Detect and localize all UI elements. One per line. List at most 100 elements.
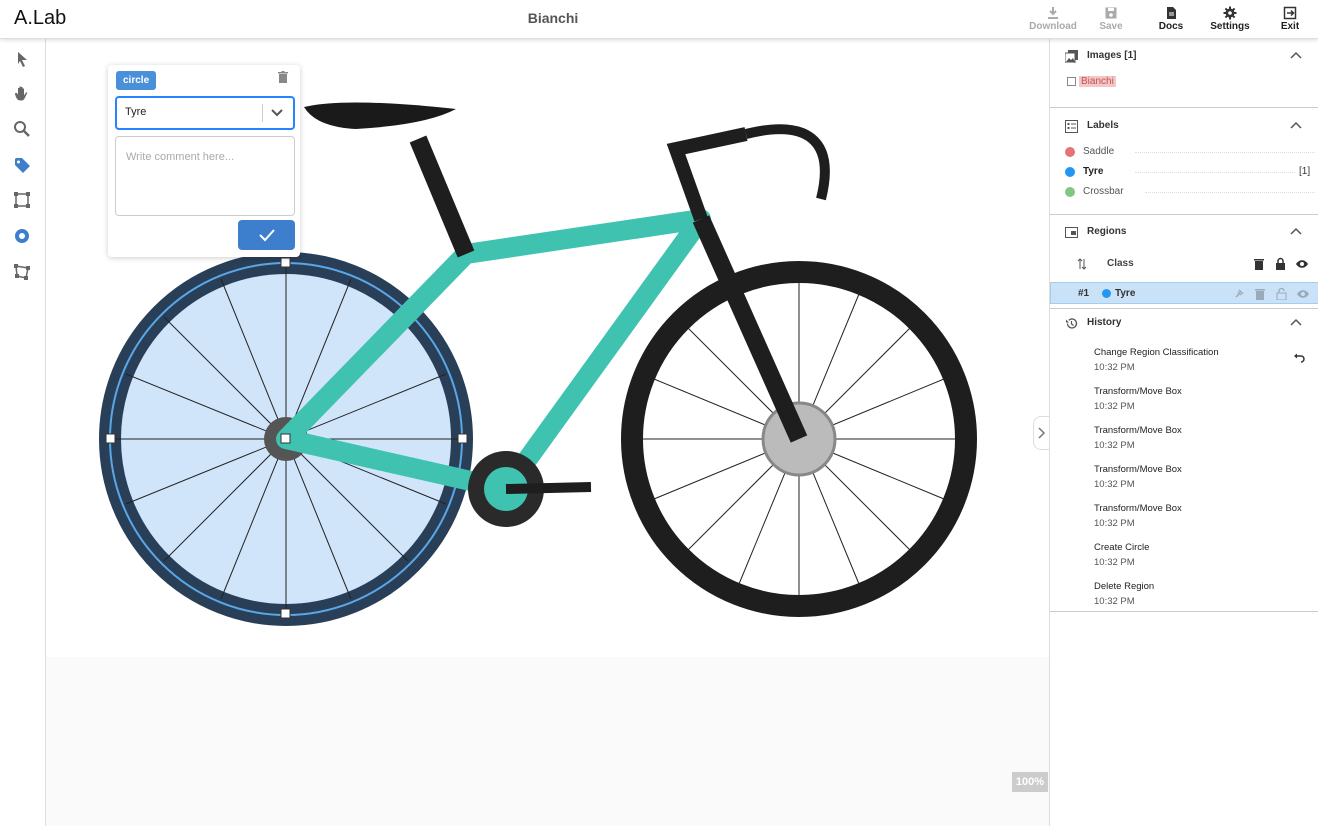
- zoom-search-icon[interactable]: [12, 119, 32, 139]
- labels-panel-title: Labels: [1087, 120, 1119, 131]
- class-select[interactable]: Tyre: [115, 96, 295, 130]
- image-checkbox[interactable]: [1067, 76, 1076, 86]
- image-name: Bianchi: [1079, 76, 1116, 87]
- annotation-canvas[interactable]: circle Tyre Write comment here... 100%: [46, 39, 1049, 826]
- region-class: Tyre: [1115, 288, 1136, 299]
- unlock-icon[interactable]: [1276, 287, 1287, 300]
- chevron-down-icon[interactable]: [270, 105, 284, 119]
- history-panel-title: History: [1087, 317, 1122, 328]
- history-panel-header[interactable]: History: [1050, 308, 1318, 338]
- history-action: Change Region Classification: [1094, 347, 1219, 358]
- class-column-header: Class: [1107, 258, 1134, 269]
- download-button[interactable]: Download: [1025, 6, 1081, 32]
- history-item[interactable]: Transform/Move Box 10:32 PM: [1094, 503, 1304, 529]
- top-bar: A.Lab Bianchi Download Save Docs Setting…: [0, 0, 1318, 39]
- history-action: Transform/Move Box: [1094, 464, 1182, 475]
- trash-icon[interactable]: [1254, 258, 1264, 270]
- exit-button[interactable]: Exit: [1262, 6, 1318, 32]
- label-name: Tyre: [1083, 166, 1104, 177]
- settings-label: Settings: [1210, 21, 1250, 32]
- save-button[interactable]: Save: [1083, 6, 1139, 32]
- gear-icon: [1223, 6, 1237, 20]
- exit-icon: [1283, 6, 1297, 20]
- regions-icon: [1065, 227, 1078, 238]
- history-action: Create Circle: [1094, 542, 1150, 553]
- circle-tool-icon[interactable]: [12, 226, 32, 246]
- lock-icon[interactable]: [1275, 257, 1286, 270]
- eye-icon[interactable]: [1296, 289, 1310, 299]
- pin-icon[interactable]: [1234, 288, 1245, 299]
- region-color-dot: [1102, 289, 1111, 298]
- region-row[interactable]: #1 Tyre: [1050, 282, 1318, 304]
- labels-panel-header[interactable]: Labels: [1050, 111, 1318, 141]
- regions-panel-title: Regions: [1087, 226, 1127, 237]
- region-editor-popup: circle Tyre Write comment here...: [108, 65, 300, 257]
- history-item[interactable]: Transform/Move Box 10:32 PM: [1094, 425, 1304, 451]
- sort-icon[interactable]: [1077, 258, 1087, 270]
- label-count: [1]: [1299, 166, 1311, 177]
- history-action: Delete Region: [1094, 581, 1155, 592]
- save-icon: [1105, 7, 1117, 19]
- polygon-tool-icon[interactable]: [12, 262, 32, 282]
- label-color-dot: [1065, 187, 1075, 197]
- chevron-up-icon[interactable]: [1290, 227, 1302, 237]
- images-icon: [1065, 50, 1078, 63]
- history-item[interactable]: Delete Region 10:32 PM: [1094, 581, 1304, 607]
- images-panel-title: Images [1]: [1087, 50, 1137, 61]
- undo-icon[interactable]: [1293, 353, 1305, 363]
- exit-label: Exit: [1280, 21, 1300, 32]
- trash-icon[interactable]: [278, 71, 288, 83]
- tool-sidebar: [0, 39, 46, 826]
- label-color-dot: [1065, 167, 1075, 177]
- history-time: 10:32 PM: [1094, 479, 1135, 490]
- image-list-item[interactable]: Bianchi: [1067, 76, 1116, 87]
- history-item[interactable]: Create Circle 10:32 PM: [1094, 542, 1304, 568]
- region-id: #1: [1078, 288, 1090, 299]
- chevron-up-icon[interactable]: [1290, 318, 1302, 328]
- history-action: Transform/Move Box: [1094, 425, 1182, 436]
- tag-icon[interactable]: [12, 155, 32, 175]
- bounding-box-icon[interactable]: [12, 190, 32, 210]
- document-icon: [1167, 7, 1176, 19]
- save-label: Save: [1099, 21, 1123, 32]
- label-dots: [1145, 192, 1315, 193]
- pan-hand-icon[interactable]: [12, 83, 32, 103]
- label-item-tyre[interactable]: Tyre [1]: [1065, 164, 1310, 180]
- docs-button[interactable]: Docs: [1143, 6, 1199, 32]
- regions-panel-header[interactable]: Regions: [1050, 217, 1318, 247]
- label-dots: [1135, 152, 1315, 153]
- region-type-chip: circle: [116, 71, 157, 90]
- divider: [1050, 214, 1318, 215]
- chevron-right-icon: [1038, 427, 1046, 439]
- comment-textarea[interactable]: Write comment here...: [115, 136, 295, 216]
- eye-icon[interactable]: [1295, 259, 1309, 269]
- confirm-button[interactable]: [238, 220, 295, 250]
- history-action: Transform/Move Box: [1094, 503, 1182, 514]
- zoom-level: 100%: [1012, 772, 1048, 792]
- history-time: 10:32 PM: [1094, 401, 1135, 412]
- label-item-saddle[interactable]: Saddle: [1065, 144, 1315, 160]
- label-name: Saddle: [1083, 146, 1115, 157]
- history-time: 10:32 PM: [1094, 596, 1135, 607]
- history-item[interactable]: Transform/Move Box 10:32 PM: [1094, 464, 1304, 490]
- label-name: Crossbar: [1083, 186, 1124, 197]
- history-item[interactable]: Transform/Move Box 10:32 PM: [1094, 386, 1304, 412]
- trash-icon[interactable]: [1255, 288, 1265, 300]
- regions-table-header: Class: [1050, 251, 1318, 281]
- image-viewport: circle Tyre Write comment here...: [46, 39, 1049, 657]
- select-pointer-icon[interactable]: [12, 49, 32, 69]
- label-dots: [1135, 172, 1295, 173]
- chevron-up-icon[interactable]: [1290, 51, 1302, 61]
- divider: [1050, 107, 1318, 108]
- select-separator: [262, 104, 263, 122]
- download-label: Download: [1029, 21, 1077, 32]
- page-title: Bianchi: [527, 10, 579, 26]
- history-item[interactable]: Change Region Classification 10:32 PM: [1094, 347, 1304, 373]
- chevron-up-icon[interactable]: [1290, 121, 1302, 131]
- label-item-crossbar[interactable]: Crossbar: [1065, 184, 1315, 200]
- images-panel-header[interactable]: Images [1]: [1050, 41, 1318, 71]
- right-sidebar: Images [1] Bianchi Labels Saddle Tyre [1…: [1049, 39, 1318, 826]
- settings-button[interactable]: Settings: [1202, 6, 1258, 32]
- history-action: Transform/Move Box: [1094, 386, 1182, 397]
- expand-sidebar-tab[interactable]: [1033, 416, 1049, 450]
